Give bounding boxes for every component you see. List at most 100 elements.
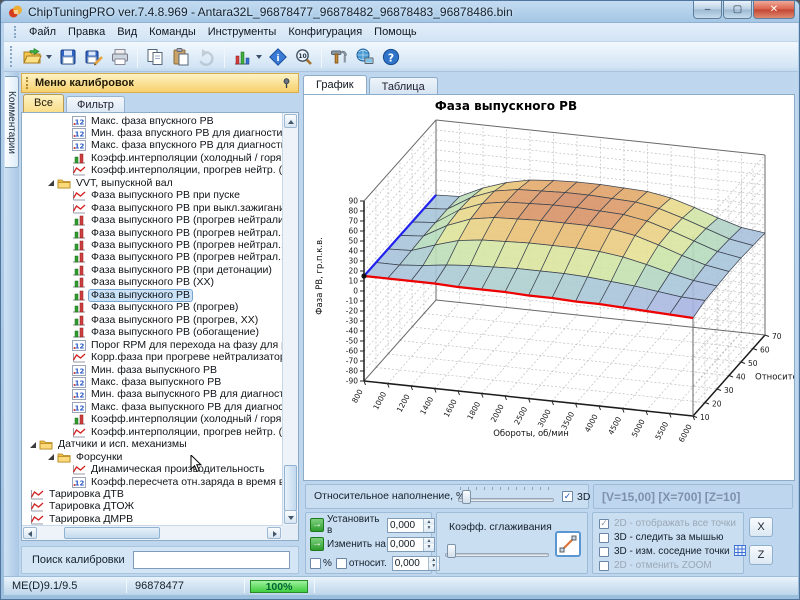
tree-item[interactable]: 12Порог RPM для перехода на фазу для реж… (22, 339, 282, 351)
set-value-spinner[interactable]: 0,000 ▲▼ (387, 518, 435, 533)
menu-item-3[interactable]: Команды (143, 24, 202, 40)
relative-checkbox[interactable] (336, 558, 347, 569)
calibration-panel-header[interactable]: Меню калибровок (21, 73, 299, 93)
smoothing-edit-button[interactable] (555, 531, 581, 557)
tree-item[interactable]: 12Макс. фаза впускного РВ для диагностик… (22, 140, 282, 152)
comments-vertical-tab[interactable]: Комментарии (5, 76, 19, 168)
expand-arrow-icon[interactable] (48, 180, 54, 186)
slider-thumb[interactable] (462, 490, 471, 504)
tree-item[interactable]: Тарировка ДМРВ (22, 513, 282, 525)
tab-graph[interactable]: График (303, 75, 367, 95)
tools-button[interactable] (326, 44, 352, 70)
x-axis-button[interactable]: X (749, 517, 773, 537)
title-bar[interactable]: ChipTuningPRO ver.7.4.8.969 - Antara32L_… (1, 1, 800, 23)
tree-item[interactable]: Фаза выпускного РВ (обогащение) (22, 327, 282, 339)
pin-icon[interactable] (281, 78, 292, 89)
tree-item[interactable]: Коэфф.интерполяции, прогрев нейтр. (холо… (22, 426, 282, 438)
tree-folder[interactable]: Форсунки (22, 451, 282, 463)
menu-item-4[interactable]: Инструменты (202, 24, 283, 40)
chart-area[interactable]: -90-80-70-60-50-40-30-20-100102030405060… (303, 94, 795, 481)
menu-item-6[interactable]: Помощь (368, 24, 423, 40)
tree-item[interactable]: Тарировка ДТОЖ (22, 501, 282, 513)
spinner-arrows[interactable]: ▲▼ (423, 538, 434, 551)
tree-item[interactable]: Фаза выпускного РВ при пуске (22, 190, 282, 202)
save-as-button[interactable] (81, 44, 107, 70)
slider-track[interactable] (445, 553, 549, 557)
checkbox[interactable]: ✓ (599, 519, 609, 529)
checkbox[interactable] (599, 533, 609, 543)
scroll-right-arrow-icon[interactable] (267, 527, 281, 539)
scroll-up-arrow-icon[interactable] (284, 114, 297, 128)
save-button[interactable] (55, 44, 81, 70)
percent-checkbox[interactable] (310, 558, 321, 569)
tree-item[interactable]: Фаза выпускного РВ (прогрев, ХХ) (22, 314, 282, 326)
tree-item[interactable]: Фаза выпускного РВ (при детонации) (22, 264, 282, 276)
tree-item[interactable]: Фаза выпускного РВ (ХХ) (22, 277, 282, 289)
tree-horizontal-scrollbar[interactable] (22, 525, 282, 540)
display-option-3[interactable]: 2D - отменить ZOOM (599, 559, 712, 572)
tree-item[interactable]: Динамическая производительность (22, 464, 282, 476)
3d-checkbox[interactable]: ✓ (562, 491, 573, 502)
copy-button[interactable] (142, 44, 168, 70)
apply-set-button[interactable]: → (310, 518, 324, 532)
display-option-0[interactable]: ✓2D - отображать все точки (599, 517, 736, 530)
tree-item[interactable]: Коэфф.интерполяции (холодный / горячий ) (22, 152, 282, 164)
minimize-button[interactable]: – (693, 1, 722, 19)
smoothing-slider[interactable] (445, 543, 549, 561)
tree-item[interactable]: 12Коэфф.пересчета отн.заряда в время впр… (22, 476, 282, 488)
checkbox[interactable] (599, 547, 609, 557)
print-button[interactable] (107, 44, 133, 70)
menu-item-0[interactable]: Файл (23, 24, 62, 40)
set-value[interactable]: 0,000 (388, 519, 423, 532)
expand-arrow-icon[interactable] (48, 454, 54, 460)
slider-thumb[interactable] (447, 544, 456, 558)
relative-value[interactable]: 0,000 (393, 557, 428, 570)
scrollbar-thumb[interactable] (284, 465, 297, 511)
tree-item[interactable]: Фаза выпускного РВ (прогрев нейтрал., хо… (22, 227, 282, 239)
expand-arrow-icon[interactable] (30, 442, 36, 448)
apply-change-button[interactable]: → (310, 537, 324, 551)
help-button[interactable]: ? (378, 44, 404, 70)
tree-item[interactable]: 12Мин. фаза выпускного РВ для диагностик… (22, 389, 282, 401)
tree-item[interactable]: Коэфф.интерполяции (холодный / горячий ) (22, 414, 282, 426)
close-button[interactable]: ✕ (753, 1, 795, 19)
tree-item[interactable]: Фаза выпускного РВ (прогрев нейтрализато… (22, 215, 282, 227)
change-value-spinner[interactable]: 0,000 ▲▼ (387, 537, 435, 552)
paste-button[interactable] (168, 44, 194, 70)
scroll-left-arrow-icon[interactable] (23, 527, 37, 539)
tree-item[interactable]: Фаза выпускного РВ (прогрев) (22, 302, 282, 314)
undo-button[interactable] (194, 44, 220, 70)
open-file-button[interactable] (19, 44, 45, 70)
tab-table[interactable]: Таблица (369, 77, 438, 95)
tree-item[interactable]: Фаза выпускного РВ (прогрев нейтрал., ХХ… (22, 240, 282, 252)
display-option-2[interactable]: 3D - изм. соседние точки (599, 545, 746, 558)
menu-item-1[interactable]: Правка (62, 24, 111, 40)
chart-view-button[interactable] (229, 44, 255, 70)
network-button[interactable] (352, 44, 378, 70)
menu-item-2[interactable]: Вид (111, 24, 143, 40)
tree-item[interactable]: Корр.фаза при прогреве нейтрализатора (22, 352, 282, 364)
tree-item[interactable]: Тарировка ДТВ (22, 489, 282, 501)
tree-item[interactable]: 12Макс. фаза выпускного РВ (22, 376, 282, 388)
slider-track[interactable] (458, 498, 554, 502)
checkbox[interactable] (599, 561, 609, 571)
tree-item[interactable]: 12Мин. фаза впускного РВ для диагностики (22, 127, 282, 139)
tab-all[interactable]: Все (23, 94, 64, 112)
scroll-down-arrow-icon[interactable] (284, 510, 297, 524)
display-option-1[interactable]: 3D - следить за мышью (599, 531, 724, 544)
info-button[interactable]: i (265, 44, 291, 70)
search-input[interactable] (133, 551, 290, 569)
z-axis-button[interactable]: Z (749, 545, 773, 565)
tree-folder[interactable]: Датчики и исп. механизмы (22, 439, 282, 451)
tree-item[interactable]: Коэфф.интерполяции, прогрев нейтр. (холо… (22, 165, 282, 177)
zoom-10-button[interactable]: 10 (291, 44, 317, 70)
tree-item[interactable]: 12Макс. фаза выпускного РВ для диагности… (22, 401, 282, 413)
dropdown-caret-icon[interactable] (46, 55, 52, 59)
tree-item[interactable]: Фаза выпускного РВ (прогрев нейтрал., ХХ… (22, 252, 282, 264)
tree-item[interactable]: Фаза выпускного РВ при выкл.зажигания (22, 202, 282, 214)
maximize-button[interactable]: ▢ (723, 1, 752, 19)
tab-filter[interactable]: Фильтр (66, 96, 125, 112)
change-value[interactable]: 0,000 (388, 538, 423, 551)
tree-item[interactable]: 12Макс. фаза впускного РВ (22, 115, 282, 127)
spinner-arrows[interactable]: ▲▼ (423, 519, 434, 532)
